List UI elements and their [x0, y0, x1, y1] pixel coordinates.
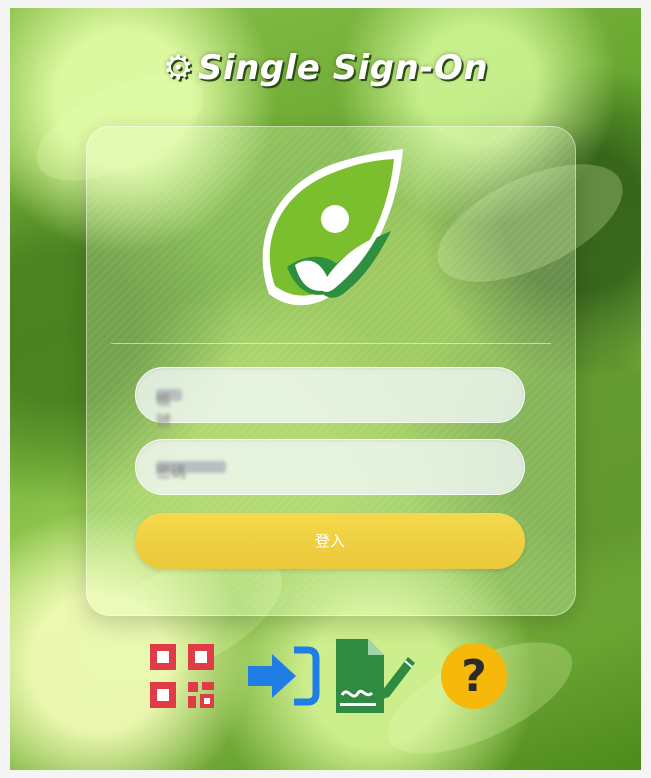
card-divider	[111, 343, 551, 344]
app-title: Single Sign-On	[197, 48, 489, 88]
sign-document-button[interactable]	[332, 637, 416, 719]
gear-icon: ⚙	[162, 48, 194, 88]
qr-code-button[interactable]	[142, 638, 222, 718]
help-icon: ?	[439, 641, 509, 715]
login-button[interactable]: 登入	[135, 513, 525, 569]
sign-document-icon	[332, 637, 416, 719]
password-input[interactable]: 密碼	[135, 439, 525, 495]
login-redirect-button[interactable]	[242, 638, 322, 718]
qr-code-icon	[148, 642, 216, 714]
help-button[interactable]: ?	[434, 638, 514, 718]
login-screen: ⚙ Single Sign-On 帳號 密碼 登入 ?	[10, 8, 641, 770]
tool-icon-row: ?	[10, 638, 641, 718]
page-title: ⚙ Single Sign-On	[10, 48, 641, 88]
login-arrow-icon	[244, 644, 320, 712]
username-input[interactable]: 帳號	[135, 367, 525, 430]
leaf-person-logo	[251, 149, 411, 319]
svg-text:?: ?	[461, 651, 487, 702]
password-placeholder: 密碼	[156, 461, 226, 481]
username-placeholder: 帳號	[156, 389, 182, 430]
login-card: 帳號 密碼 登入	[86, 126, 576, 616]
